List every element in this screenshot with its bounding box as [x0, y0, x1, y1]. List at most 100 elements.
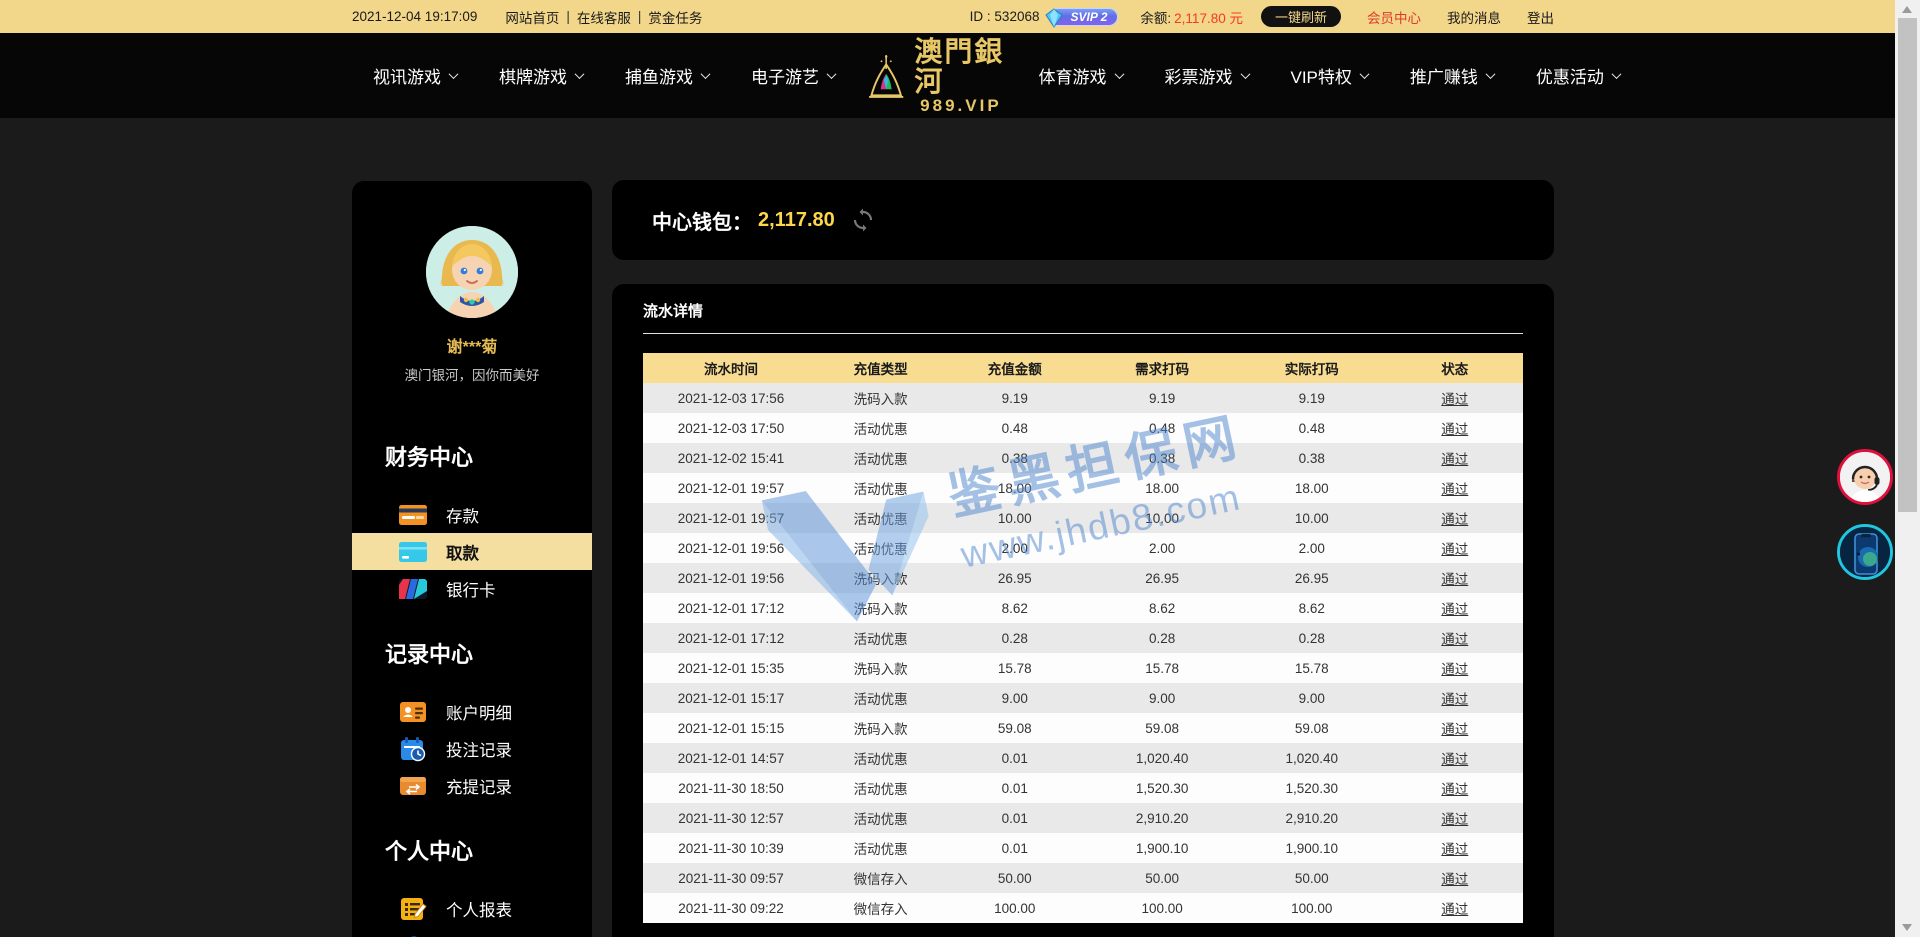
status-cell[interactable]: 通过: [1387, 503, 1523, 533]
status-cell[interactable]: 通过: [1387, 383, 1523, 413]
data-cell: 洗码入款: [819, 563, 942, 593]
nav-item[interactable]: 电子游艺: [751, 63, 835, 88]
data-cell: 1,520.30: [1237, 773, 1387, 803]
data-cell: 2021-11-30 09:22: [643, 893, 819, 923]
data-cell: 微信存入: [819, 893, 942, 923]
data-cell: 2021-12-02 15:41: [643, 443, 819, 473]
scrollbar-up-arrow[interactable]: [1902, 6, 1912, 13]
nav-right-group: 体育游戏 彩票游戏 VIP特权 推广赚钱 优惠活动: [1018, 63, 1641, 88]
data-cell: 活动优惠: [819, 773, 942, 803]
data-cell: 1,020.40: [1237, 743, 1387, 773]
data-cell: 0.28: [1087, 623, 1237, 653]
flow-detail-card: 流水详情 流水时间充值类型充值金额需求打码实际打码状态 2021-12-03 1…: [612, 284, 1554, 937]
data-cell: 2021-11-30 10:39: [643, 833, 819, 863]
sidebar-item-银行卡[interactable]: 银行卡: [352, 570, 592, 607]
data-cell: 18.00: [942, 473, 1087, 503]
table-row: 2021-12-02 15:41活动优惠0.380.380.38通过: [643, 443, 1523, 473]
sidebar-item-取款[interactable]: 取款: [352, 533, 592, 570]
one-key-refresh-button[interactable]: 一键刷新: [1261, 6, 1341, 27]
table-row: 2021-12-01 15:15洗码入款59.0859.0859.08通过: [643, 713, 1523, 743]
logout-link[interactable]: 登出: [1527, 7, 1554, 27]
data-cell: 洗码入款: [819, 653, 942, 683]
status-cell[interactable]: 通过: [1387, 683, 1523, 713]
avatar[interactable]: [426, 226, 518, 318]
data-cell: 0.01: [942, 773, 1087, 803]
topbar-link[interactable]: 赏金任务: [648, 7, 702, 27]
nav-item[interactable]: 推广赚钱: [1410, 63, 1494, 88]
site-logo[interactable]: 澳門銀河 989.VIP: [866, 37, 1008, 115]
status-cell[interactable]: 通过: [1387, 863, 1523, 893]
sidebar-item-充提记录[interactable]: 充提记录: [352, 767, 592, 804]
sidebar-section-title: 个人中心: [352, 834, 592, 866]
nav-item[interactable]: VIP特权: [1291, 63, 1368, 88]
sidebar-item-投注记录[interactable]: 投注记录: [352, 730, 592, 767]
table-row: 2021-11-30 18:50活动优惠0.011,520.301,520.30…: [643, 773, 1523, 803]
top-bar: 2021-12-04 19:17:09 网站首页|在线客服|赏金任务 ID : …: [0, 0, 1920, 33]
data-cell: 10.00: [942, 503, 1087, 533]
table-row: 2021-12-01 19:56洗码入款26.9526.9526.95通过: [643, 563, 1523, 593]
data-cell: 9.19: [942, 383, 1087, 413]
status-cell[interactable]: 通过: [1387, 593, 1523, 623]
status-cell[interactable]: 通过: [1387, 713, 1523, 743]
nav-item[interactable]: 视讯游戏: [373, 63, 457, 88]
data-cell: 18.00: [1087, 473, 1237, 503]
data-cell: 2021-12-01 19:56: [643, 533, 819, 563]
nav-item[interactable]: 体育游戏: [1039, 63, 1123, 88]
topbar-link[interactable]: 网站首页: [505, 7, 559, 27]
table-row: 2021-12-01 19:57活动优惠18.0018.0018.00通过: [643, 473, 1523, 503]
mobile-app-float-button[interactable]: [1837, 524, 1893, 580]
data-cell: 0.38: [1087, 443, 1237, 473]
data-cell: 2021-12-01 14:57: [643, 743, 819, 773]
column-header: 需求打码: [1087, 353, 1237, 383]
data-cell: 100.00: [942, 893, 1087, 923]
column-header: 实际打码: [1237, 353, 1387, 383]
table-row: 2021-12-01 17:12洗码入款8.628.628.62通过: [643, 593, 1523, 623]
sidebar-item-安全中心[interactable]: 安全中心: [352, 927, 592, 937]
customer-service-float-button[interactable]: [1837, 449, 1893, 505]
security-center-icon: [397, 933, 429, 937]
nav-item[interactable]: 优惠活动: [1536, 63, 1620, 88]
page-scrollbar[interactable]: [1895, 0, 1920, 937]
status-cell[interactable]: 通过: [1387, 893, 1523, 923]
table-row: 2021-12-01 19:56活动优惠2.002.002.00通过: [643, 533, 1523, 563]
data-cell: 2.00: [942, 533, 1087, 563]
status-cell[interactable]: 通过: [1387, 533, 1523, 563]
logo-title: 澳門銀河: [914, 37, 1007, 97]
scrollbar-down-arrow[interactable]: [1902, 924, 1912, 931]
balance-value: 2,117.80 元: [1174, 7, 1243, 27]
table-row: 2021-12-01 15:35洗码入款15.7815.7815.78通过: [643, 653, 1523, 683]
refresh-icon[interactable]: [851, 208, 875, 232]
chevron-down-icon: [827, 69, 837, 79]
status-cell[interactable]: 通过: [1387, 443, 1523, 473]
sidebar-item-存款[interactable]: 存款: [352, 496, 592, 533]
member-center-link[interactable]: 会员中心: [1367, 7, 1421, 27]
status-cell[interactable]: 通过: [1387, 623, 1523, 653]
main-nav: 视讯游戏 棋牌游戏 捕鱼游戏 电子游艺 澳門銀河: [0, 33, 1920, 118]
sidebar-item-个人报表[interactable]: 个人报表: [352, 890, 592, 927]
data-cell: 18.00: [1237, 473, 1387, 503]
data-cell: 2,910.20: [1087, 803, 1237, 833]
table-row: 2021-12-01 15:17活动优惠9.009.009.00通过: [643, 683, 1523, 713]
topbar-link[interactable]: 在线客服: [577, 7, 631, 27]
status-cell[interactable]: 通过: [1387, 833, 1523, 863]
scrollbar-thumb[interactable]: [1898, 18, 1917, 512]
chevron-down-icon: [701, 69, 711, 79]
status-cell[interactable]: 通过: [1387, 473, 1523, 503]
data-cell: 59.08: [1087, 713, 1237, 743]
nav-item[interactable]: 彩票游戏: [1165, 63, 1249, 88]
status-cell[interactable]: 通过: [1387, 803, 1523, 833]
sidebar-item-账户明细[interactable]: 账户明细: [352, 693, 592, 730]
data-cell: 9.00: [1237, 683, 1387, 713]
nav-item[interactable]: 棋牌游戏: [499, 63, 583, 88]
flow-detail-title: 流水详情: [643, 300, 1523, 321]
chevron-down-icon: [1240, 69, 1250, 79]
topbar-links: 网站首页|在线客服|赏金任务: [505, 7, 702, 27]
status-cell[interactable]: 通过: [1387, 773, 1523, 803]
data-cell: 0.48: [1237, 413, 1387, 443]
status-cell[interactable]: 通过: [1387, 653, 1523, 683]
nav-item[interactable]: 捕鱼游戏: [625, 63, 709, 88]
status-cell[interactable]: 通过: [1387, 413, 1523, 443]
status-cell[interactable]: 通过: [1387, 743, 1523, 773]
my-messages-link[interactable]: 我的消息: [1447, 7, 1501, 27]
status-cell[interactable]: 通过: [1387, 563, 1523, 593]
